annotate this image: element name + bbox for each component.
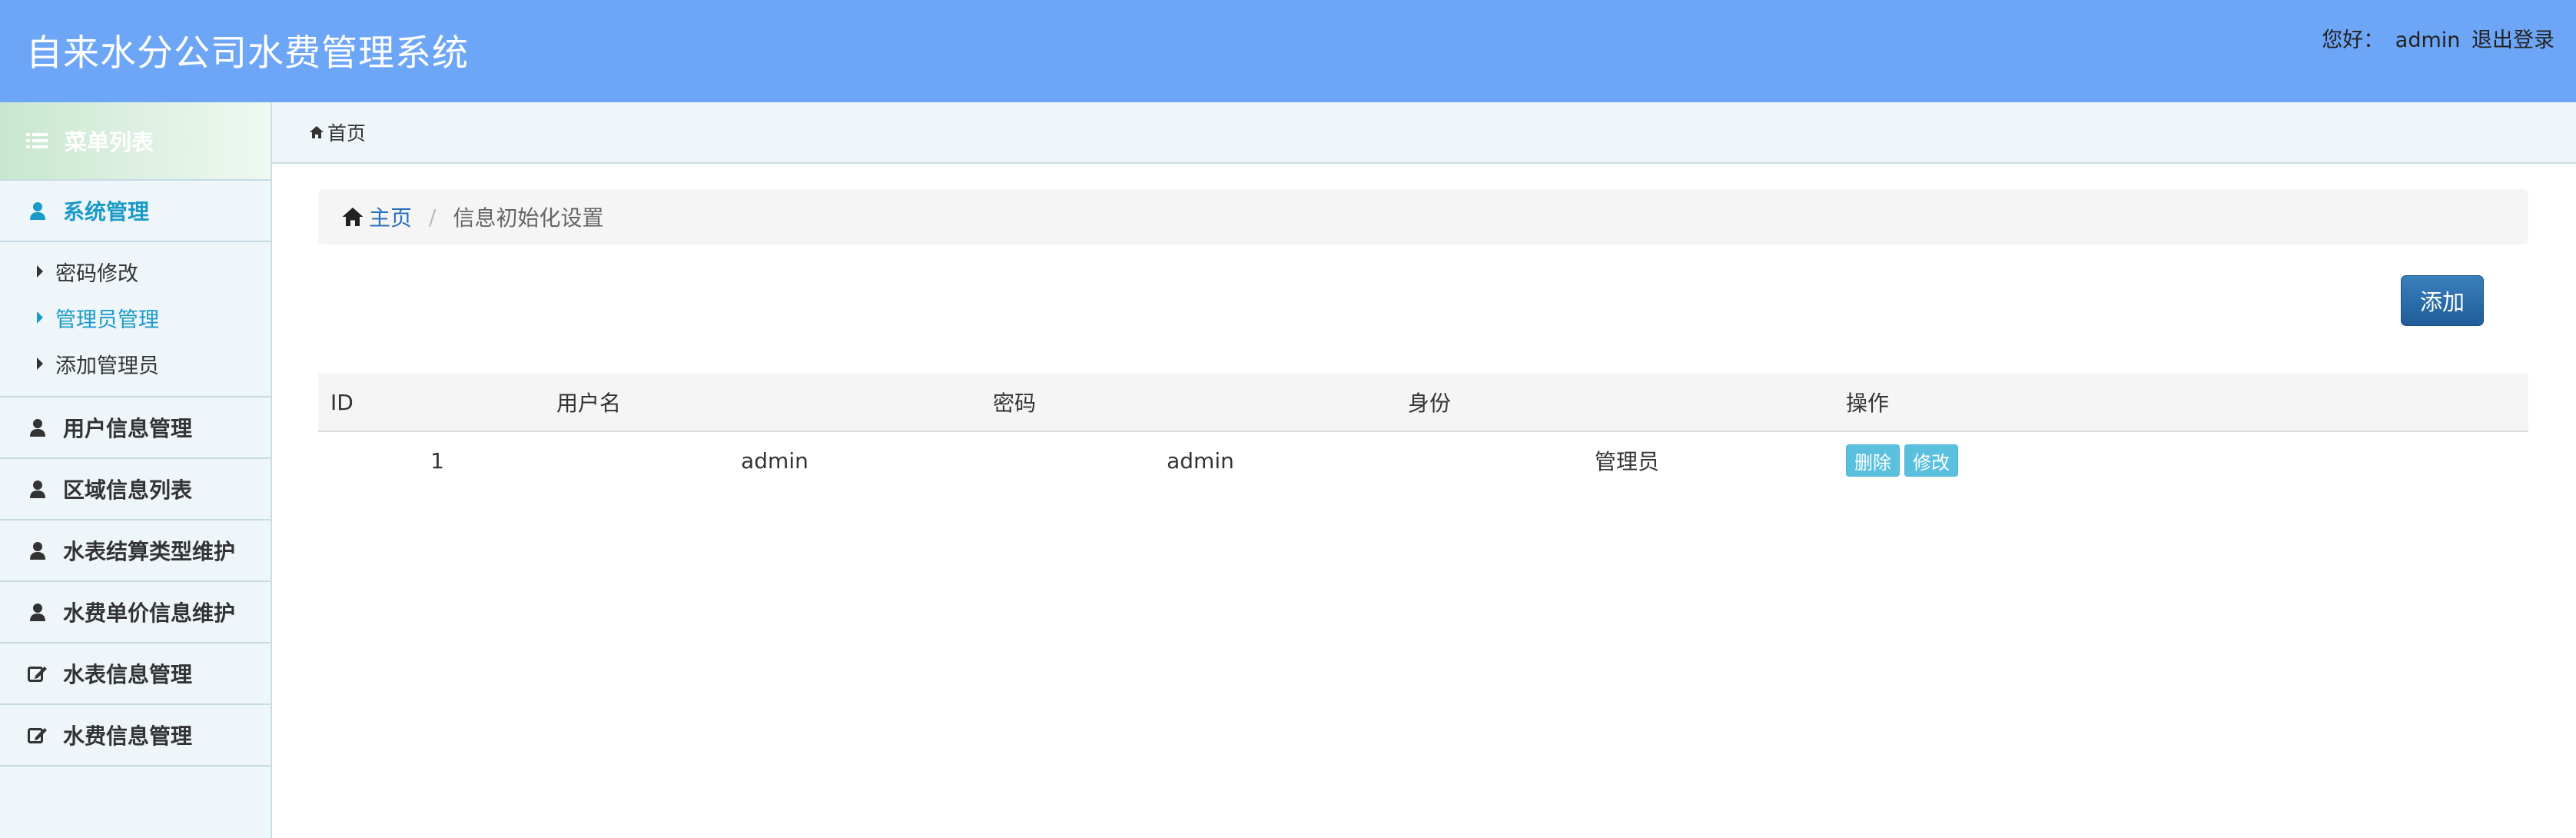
- sidebar-heading-label: 菜单列表: [65, 129, 154, 155]
- user-icon: [26, 480, 49, 498]
- sidebar-group-fee[interactable]: 水费信息管理: [0, 705, 271, 767]
- breadcrumb-current: 信息初始化设置: [453, 205, 604, 231]
- column-header-actions: 操作: [1846, 374, 2528, 432]
- sidebar-group-label: 区域信息列表: [63, 477, 193, 503]
- sidebar-group-system[interactable]: 系统管理: [0, 181, 271, 242]
- sidebar-submenu-system: 密码修改 管理员管理 添加管理员: [0, 242, 271, 397]
- user-area: 您好： admin 退出登录: [2317, 23, 2554, 53]
- app-title: 自来水分公司水费管理系统: [26, 32, 469, 75]
- sidebar-group-user-info[interactable]: 用户信息管理: [0, 397, 271, 459]
- logout-link[interactable]: 退出登录: [2471, 28, 2554, 52]
- sidebar: 菜单列表 系统管理 密码修改 管理员管理 添加管理员 用户信息管理 区域信息列表: [0, 102, 272, 838]
- home-icon: [309, 125, 324, 139]
- sidebar-group-meter[interactable]: 水表信息管理: [0, 643, 271, 705]
- sidebar-group-unit-price[interactable]: 水费单价信息维护: [0, 582, 271, 643]
- cell-username: admin: [741, 447, 808, 474]
- breadcrumb-home-label: 主页: [369, 205, 413, 231]
- user-icon: [26, 418, 49, 437]
- column-header-username: 用户名: [556, 374, 993, 432]
- cell-id: 1: [430, 447, 444, 474]
- column-header-role: 身份: [1408, 374, 1846, 432]
- caret-right-icon: [37, 357, 43, 370]
- top-home-link[interactable]: 首页: [327, 118, 366, 146]
- admin-table: ID 用户名 密码 身份 操作 1 admin admin 管理员 删除 修改: [318, 374, 2528, 489]
- sidebar-group-label: 系统管理: [63, 199, 150, 224]
- user-icon: [26, 603, 49, 621]
- user-icon: [26, 201, 49, 220]
- cell-actions: 删除 修改: [1846, 431, 2528, 489]
- caret-right-icon: [37, 265, 43, 278]
- sidebar-item-label: 管理员管理: [55, 308, 159, 332]
- delete-button[interactable]: 删除: [1846, 444, 1900, 477]
- sidebar-group-settlement[interactable]: 水表结算类型维护: [0, 520, 271, 582]
- sidebar-group-label: 水费信息管理: [63, 723, 193, 749]
- column-header-password: 密码: [993, 374, 1408, 432]
- breadcrumb-home-link[interactable]: 主页: [341, 201, 412, 232]
- sidebar-item-password[interactable]: 密码修改: [0, 248, 271, 294]
- column-header-id: ID: [318, 374, 556, 432]
- table-row: 1 admin admin 管理员 删除 修改: [318, 431, 2528, 489]
- table-header-row: ID 用户名 密码 身份 操作: [318, 374, 2528, 432]
- sidebar-group-label: 用户信息管理: [63, 416, 193, 441]
- caret-right-icon: [37, 311, 43, 324]
- user-icon: [26, 541, 49, 560]
- sidebar-group-label: 水表信息管理: [63, 662, 193, 687]
- sidebar-heading: 菜单列表: [0, 102, 271, 181]
- sidebar-group-region[interactable]: 区域信息列表: [0, 459, 271, 520]
- sidebar-group-label: 水表结算类型维护: [63, 539, 236, 564]
- cell-role: 管理员: [1594, 449, 1659, 474]
- greeting-label: 您好：: [2322, 28, 2385, 52]
- sidebar-item-add-admin[interactable]: 添加管理员: [0, 341, 271, 387]
- add-button[interactable]: 添加: [2401, 275, 2484, 326]
- app-header: 自来水分公司水费管理系统 您好： admin 退出登录: [0, 0, 2576, 102]
- edit-icon: [26, 664, 49, 683]
- sidebar-item-admin-manage[interactable]: 管理员管理: [0, 294, 271, 341]
- cell-password: admin: [1167, 447, 1234, 474]
- top-nav-bar: 首页: [272, 102, 2576, 164]
- list-icon: [26, 131, 48, 150]
- edit-button[interactable]: 修改: [1904, 444, 1958, 477]
- sidebar-item-label: 添加管理员: [55, 354, 159, 378]
- username-label: admin: [2395, 28, 2461, 52]
- edit-icon: [26, 726, 49, 744]
- breadcrumb: 主页 / 信息初始化设置: [318, 189, 2528, 244]
- breadcrumb-separator: /: [429, 204, 437, 230]
- sidebar-group-label: 水费单价信息维护: [63, 600, 236, 626]
- home-icon: [342, 208, 363, 226]
- sidebar-item-label: 密码修改: [55, 261, 138, 286]
